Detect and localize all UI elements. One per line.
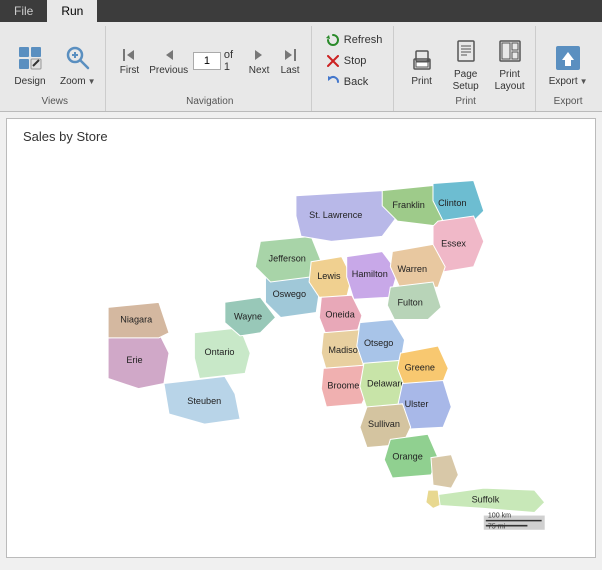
last-button[interactable]: Last: [275, 36, 305, 86]
print-button[interactable]: Print: [401, 32, 443, 96]
sullivan-label: Sullivan: [368, 419, 400, 429]
refresh-button[interactable]: Refresh: [320, 30, 388, 50]
otsego-label: Otsego: [364, 338, 393, 348]
report-title: Sales by Store: [23, 129, 108, 144]
last-label: Last: [281, 65, 300, 76]
zoom-dropdown-arrow: ▼: [88, 77, 96, 86]
franklin-label: Franklin: [392, 200, 424, 210]
print-group-label: Print: [455, 96, 476, 109]
stlawrence-label: St. Lawrence: [309, 210, 362, 220]
ribbon-group-print: Print PageSetup: [396, 26, 536, 111]
of-label: of 1: [224, 49, 241, 73]
back-button[interactable]: Back: [320, 72, 388, 92]
lewis-label: Lewis: [317, 271, 341, 281]
nav-inner: First Previous of 1: [114, 28, 305, 96]
map-container: Erie Niagara Steuben Ontario Wayne Osweg…: [37, 149, 565, 547]
design-button[interactable]: Design: [9, 32, 51, 96]
erie-label: Erie: [126, 355, 142, 365]
first-label: First: [120, 65, 139, 76]
page-setup-button[interactable]: PageSetup: [445, 32, 487, 96]
next-label: Next: [249, 65, 270, 76]
nassau-county: [426, 490, 440, 508]
scale-mi-label: 75 mi: [488, 523, 506, 531]
ribbon-group-views: Design Zoom ▼ Views: [4, 26, 106, 111]
ribbon-group-actions: Refresh Stop Back: [314, 26, 394, 111]
warren-label: Warren: [397, 264, 427, 274]
refresh-label: Refresh: [344, 34, 383, 46]
rockland-county: [431, 455, 458, 489]
zoom-label-row: Zoom ▼: [60, 76, 95, 87]
main-content: Sales by Store Erie Niagara Steuben Onta…: [6, 118, 596, 558]
wayne-label: Wayne: [234, 312, 262, 322]
print-icon: [406, 42, 438, 74]
page-input[interactable]: [193, 52, 221, 70]
orange-label: Orange: [392, 452, 422, 462]
ribbon-group-navigation: First Previous of 1: [108, 26, 312, 111]
stop-icon: [325, 53, 341, 69]
views-group-label: Views: [41, 96, 68, 109]
export-label-row: Export ▼: [549, 76, 588, 87]
export-group-label: Export: [554, 96, 583, 109]
design-icon: [14, 42, 46, 74]
previous-label: Previous: [149, 65, 188, 76]
delaware-label: Delaware: [367, 379, 406, 389]
suffolk-label: Suffolk: [472, 494, 500, 504]
stop-label: Stop: [344, 55, 367, 67]
navigation-group-label: Navigation: [186, 96, 233, 109]
ulster-label: Ulster: [405, 399, 429, 409]
tab-run[interactable]: Run: [47, 0, 97, 22]
export-dropdown-arrow: ▼: [580, 77, 588, 86]
clinton-label: Clinton: [438, 198, 466, 208]
first-button[interactable]: First: [114, 36, 144, 86]
action-col: Refresh Stop Back: [320, 28, 388, 92]
niagara-label: Niagara: [120, 315, 153, 325]
print-layout-label: PrintLayout: [495, 69, 525, 93]
zoom-label: Zoom: [60, 76, 86, 87]
oneida-label: Oneida: [325, 310, 355, 320]
ribbon: Design Zoom ▼ Views: [0, 22, 602, 112]
tab-file[interactable]: File: [0, 0, 47, 22]
jefferson-label: Jefferson: [269, 254, 306, 264]
broome-label: Broome: [327, 381, 359, 391]
print-layout-button[interactable]: PrintLayout: [489, 32, 531, 96]
hamilton-label: Hamilton: [352, 269, 388, 279]
zoom-button[interactable]: Zoom ▼: [55, 32, 100, 96]
zoom-icon: [62, 42, 94, 74]
previous-button[interactable]: Previous: [145, 36, 191, 86]
last-icon: [282, 47, 298, 63]
first-icon: [121, 47, 137, 63]
refresh-icon: [325, 32, 341, 48]
title-bar: File Run: [0, 0, 602, 22]
ontario-label: Ontario: [205, 347, 235, 357]
page-setup-label: PageSetup: [453, 69, 479, 93]
stop-button[interactable]: Stop: [320, 51, 388, 71]
steuben-label: Steuben: [187, 396, 221, 406]
scale-km-label: 100 km: [488, 512, 511, 520]
ribbon-group-export: Export ▼ Export: [538, 26, 598, 111]
ny-map-svg: Erie Niagara Steuben Ontario Wayne Osweg…: [37, 149, 565, 547]
nav-top-row: First Previous of 1: [114, 36, 305, 86]
previous-icon: [161, 47, 177, 63]
export-button[interactable]: Export ▼: [544, 32, 593, 96]
oswego-label: Oswego: [273, 289, 306, 299]
print-label: Print: [411, 76, 432, 87]
next-button[interactable]: Next: [244, 36, 274, 86]
export-icon: [552, 42, 584, 74]
design-label: Design: [14, 76, 45, 87]
next-icon: [251, 47, 267, 63]
page-setup-icon: [450, 35, 482, 67]
greene-label: Greene: [405, 362, 435, 372]
essex-label: Essex: [441, 238, 466, 248]
print-layout-icon: [494, 35, 526, 67]
export-label: Export: [549, 76, 578, 87]
fulton-label: Fulton: [397, 297, 422, 307]
back-icon: [325, 74, 341, 90]
back-label: Back: [344, 76, 368, 88]
